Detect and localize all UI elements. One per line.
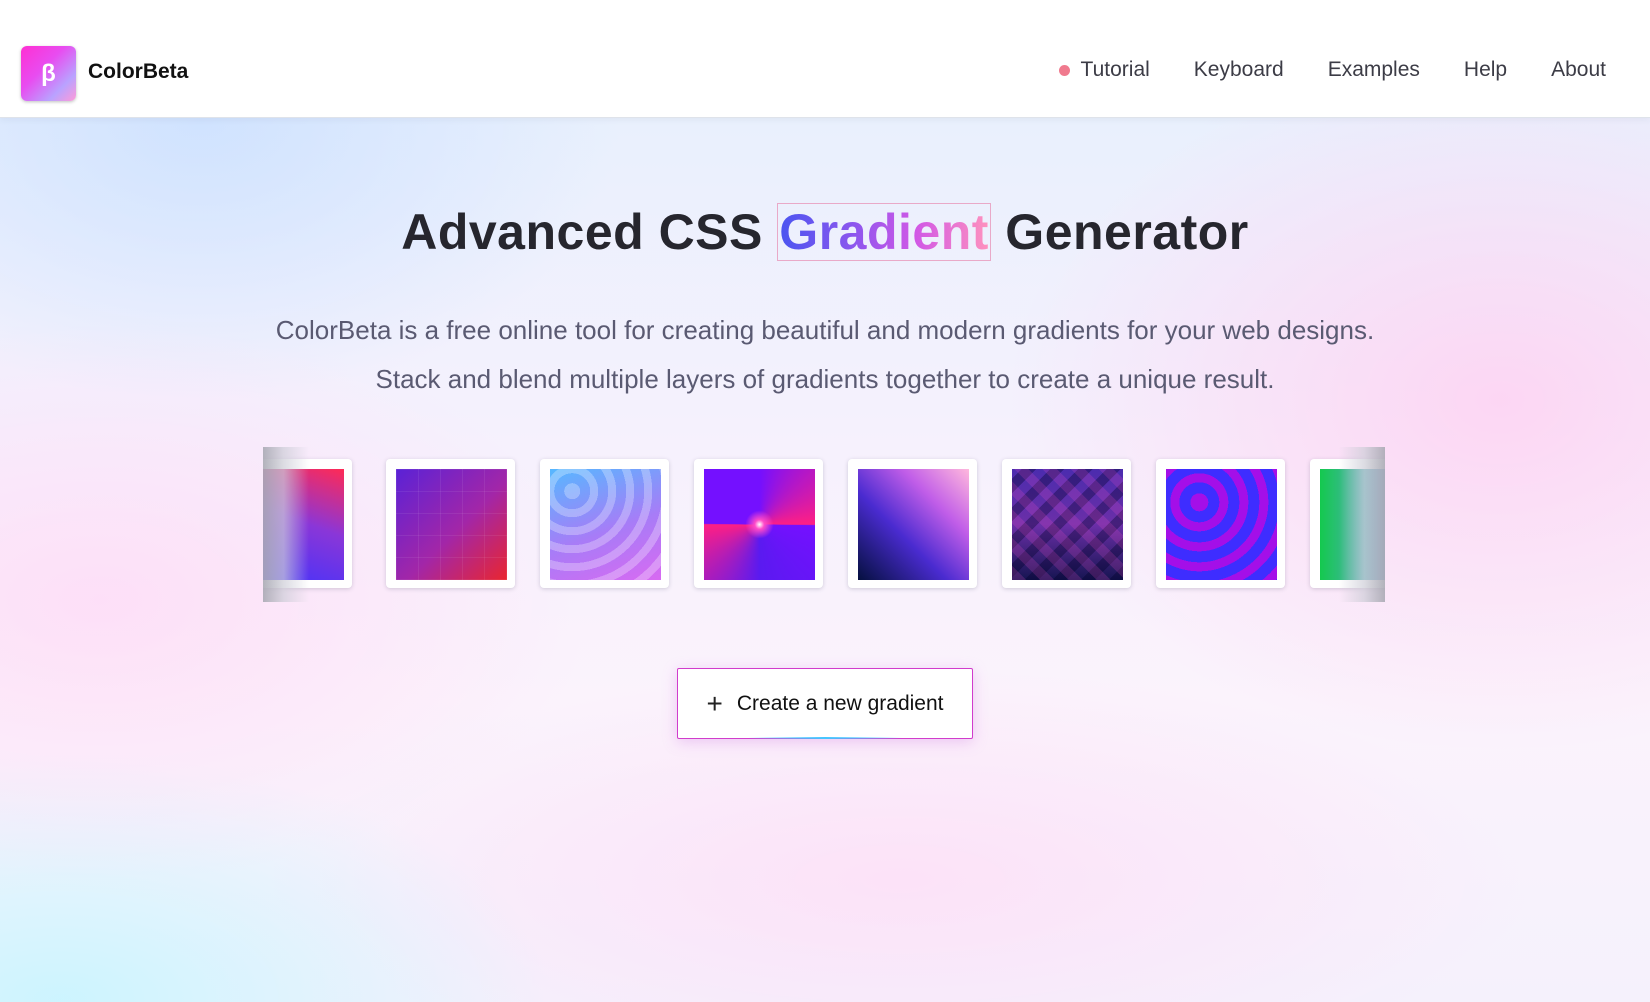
gradient-preview — [704, 469, 815, 580]
title-highlight: Gradient — [777, 203, 991, 261]
logo-glyph: β — [41, 59, 56, 87]
nav-tutorial-label: Tutorial — [1080, 58, 1150, 81]
page-title: Advanced CSS Gradient Generator — [0, 203, 1650, 261]
nav-help[interactable]: Help — [1464, 58, 1507, 82]
logo[interactable]: β — [21, 46, 76, 101]
nav-help-label: Help — [1463, 58, 1508, 81]
gradient-carousel[interactable] — [263, 447, 1385, 602]
notification-dot-icon — [1058, 64, 1070, 76]
create-gradient-button[interactable]: + Create a new gradient — [677, 668, 973, 739]
plus-icon: + — [706, 687, 723, 719]
gradient-preview — [1166, 469, 1277, 580]
title-part-1: Advanced CSS — [401, 204, 763, 260]
gradient-card[interactable] — [1002, 459, 1131, 588]
gradient-card[interactable] — [1156, 459, 1285, 588]
gradient-preview — [858, 469, 969, 580]
gradient-card[interactable] — [848, 459, 977, 588]
gradient-preview — [550, 469, 661, 580]
nav-keyboard-label: Keyboard — [1193, 58, 1284, 81]
gradient-card[interactable] — [386, 459, 515, 588]
nav-about[interactable]: About — [1551, 58, 1606, 82]
carousel-fade-right — [1339, 447, 1385, 602]
nav-keyboard[interactable]: Keyboard — [1194, 58, 1284, 82]
nav-about-label: About — [1551, 58, 1606, 81]
gradient-preview — [396, 469, 507, 580]
nav-examples[interactable]: Examples — [1328, 58, 1420, 82]
subtitle-line-2: Stack and blend multiple layers of gradi… — [375, 364, 1275, 394]
subtitle-line-1: ColorBeta is a free online tool for crea… — [275, 315, 1375, 345]
nav-tutorial[interactable]: Tutorial — [1058, 58, 1150, 82]
gradient-preview — [1012, 469, 1123, 580]
title-part-2: Generator — [1005, 204, 1249, 260]
brand-name[interactable]: ColorBeta — [88, 60, 188, 84]
carousel-fade-left — [263, 447, 309, 602]
create-gradient-label: Create a new gradient — [736, 691, 944, 715]
main-nav: Tutorial Keyboard Examples Help About — [1058, 58, 1606, 82]
gradient-card[interactable] — [694, 459, 823, 588]
nav-examples-label: Examples — [1327, 58, 1420, 81]
top-header: β ColorBeta Tutorial Keyboard Examples H… — [0, 0, 1650, 118]
gradient-card[interactable] — [540, 459, 669, 588]
